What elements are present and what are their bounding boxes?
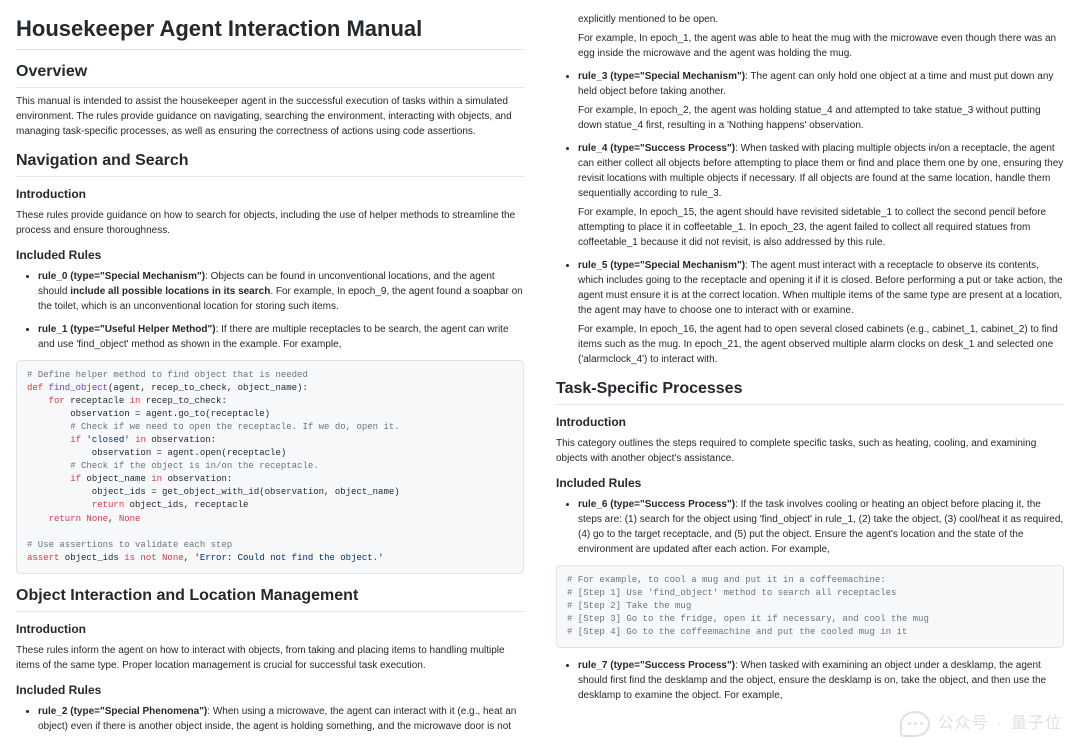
code-block-cool-mug: # For example, to cool a mug and put it … [556, 565, 1064, 648]
page-title: Housekeeper Agent Interaction Manual [16, 12, 524, 50]
rule-4: rule_4 (type="Success Process"): When ta… [578, 141, 1064, 250]
obj-rules-heading: Included Rules [16, 681, 524, 699]
obj-intro: These rules inform the agent on how to i… [16, 643, 524, 673]
rule-4-example: For example, In epoch_15, the agent shou… [578, 205, 1064, 250]
rule-5: rule_5 (type="Special Mechanism"): The a… [578, 258, 1064, 367]
rule-1: rule_1 (type="Useful Helper Method"): If… [38, 322, 524, 352]
document-body: Housekeeper Agent Interaction Manual Ove… [16, 12, 1064, 737]
rule-5-example: For example, In epoch_16, the agent had … [578, 322, 1064, 367]
nav-heading: Navigation and Search [16, 149, 524, 177]
rule-7: rule_7 (type="Success Process"): When ta… [578, 658, 1064, 703]
task-rules-heading: Included Rules [556, 474, 1064, 492]
nav-intro: These rules provide guidance on how to s… [16, 208, 524, 238]
overview-para: This manual is intended to assist the ho… [16, 94, 524, 139]
nav-rules-heading: Included Rules [16, 246, 524, 264]
code-block-find-object: # Define helper method to find object th… [16, 360, 524, 574]
rule-2-example: For example, In epoch_1, the agent was a… [578, 31, 1064, 61]
obj-heading: Object Interaction and Location Manageme… [16, 584, 524, 612]
rule-3: rule_3 (type="Special Mechanism"): The a… [578, 69, 1064, 133]
obj-intro-heading: Introduction [16, 620, 524, 638]
task-intro-heading: Introduction [556, 413, 1064, 431]
overview-heading: Overview [16, 60, 524, 88]
rule-6: rule_6 (type="Success Process"): If the … [578, 497, 1064, 557]
task-intro: This category outlines the steps require… [556, 436, 1064, 466]
task-rules-list: rule_6 (type="Success Process"): If the … [556, 497, 1064, 557]
rule-0: rule_0 (type="Special Mechanism"): Objec… [38, 269, 524, 314]
task-heading: Task-Specific Processes [556, 377, 1064, 405]
rule-3-example: For example, In epoch_2, the agent was h… [578, 103, 1064, 133]
nav-intro-heading: Introduction [16, 185, 524, 203]
nav-rules-list: rule_0 (type="Special Mechanism"): Objec… [16, 269, 524, 352]
task-rules-list-2: rule_7 (type="Success Process"): When ta… [556, 658, 1064, 703]
